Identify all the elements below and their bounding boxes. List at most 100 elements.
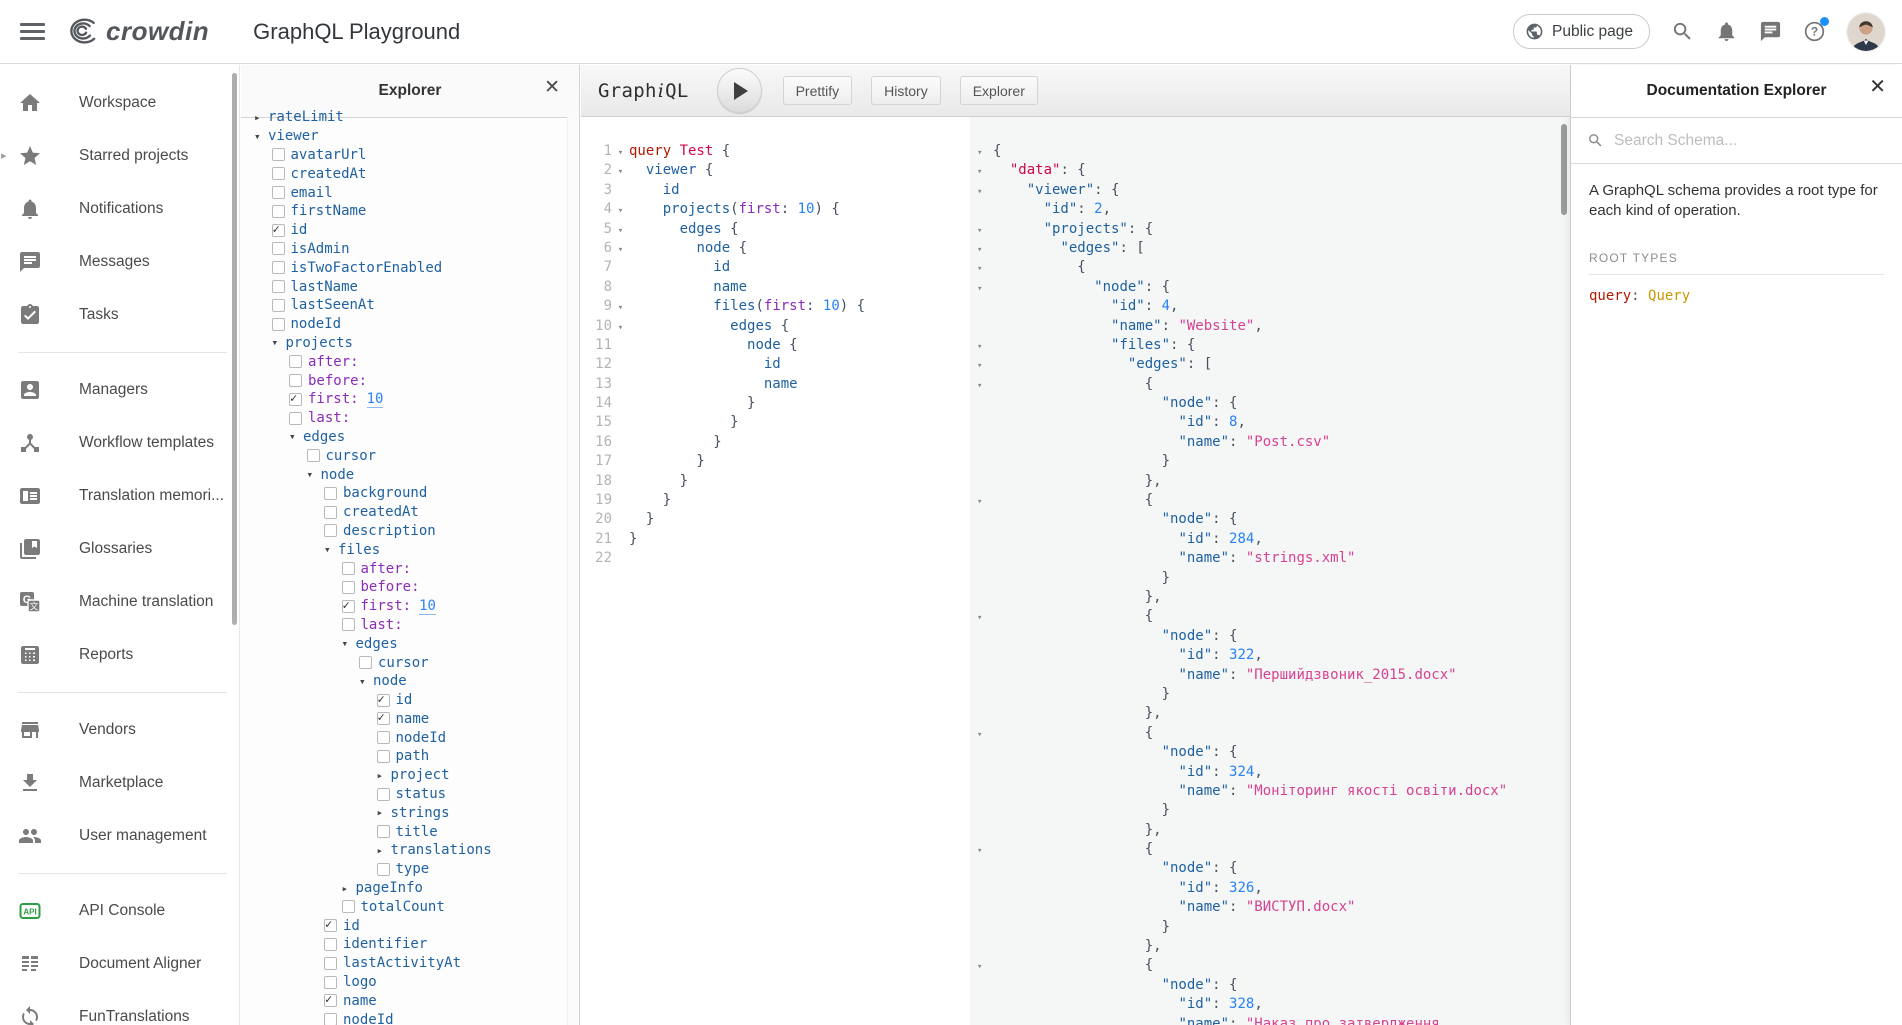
field-checkbox[interactable] <box>377 750 390 763</box>
tree-arg-before[interactable]: before: <box>361 579 420 595</box>
tree-field-cursor[interactable]: cursor <box>326 448 377 464</box>
expand-icon[interactable]: ▸ <box>342 882 356 895</box>
execute-query-button[interactable] <box>717 68 762 113</box>
tree-field-node[interactable]: node <box>321 467 355 483</box>
field-checkbox[interactable] <box>272 261 285 274</box>
field-checkbox[interactable] <box>342 600 355 613</box>
tree-arg-last[interactable]: last: <box>308 410 350 426</box>
fold-arrow-icon[interactable]: ▾ <box>970 336 993 355</box>
field-checkbox[interactable] <box>324 919 337 932</box>
tree-field-files[interactable]: files <box>338 542 380 558</box>
field-checkbox[interactable] <box>377 788 390 801</box>
messages-icon[interactable] <box>1759 20 1782 43</box>
field-checkbox[interactable] <box>342 562 355 575</box>
tree-field-type[interactable]: type <box>396 861 430 877</box>
tree-field-logo[interactable]: logo <box>343 974 377 990</box>
field-checkbox[interactable] <box>324 938 337 951</box>
field-checkbox[interactable] <box>324 487 337 500</box>
tree-field-id[interactable]: id <box>343 918 360 934</box>
tree-field-background[interactable]: background <box>343 485 427 501</box>
sidebar-scrollbar[interactable] <box>232 73 237 625</box>
sidebar-item-messages[interactable]: Messages <box>0 235 239 288</box>
fold-arrow-icon[interactable]: ▾ <box>612 142 629 161</box>
fold-arrow-icon[interactable]: ▾ <box>970 161 993 180</box>
tree-field-name[interactable]: name <box>343 993 377 1009</box>
tree-field-ratelimit[interactable]: rateLimit <box>268 109 344 125</box>
public-page-button[interactable]: Public page <box>1513 14 1650 49</box>
collapse-icon[interactable]: ▾ <box>289 430 303 443</box>
field-checkbox[interactable] <box>272 280 285 293</box>
sidebar-item-user-management[interactable]: User management <box>0 809 239 862</box>
sidebar-item-glossaries[interactable]: Glossaries <box>0 522 239 575</box>
sidebar-item-funtranslations[interactable]: FunTranslations <box>0 990 239 1025</box>
field-checkbox[interactable] <box>342 618 355 631</box>
fold-arrow-icon[interactable]: ▾ <box>970 840 993 859</box>
tree-field-description[interactable]: description <box>343 523 436 539</box>
collapse-icon[interactable]: ▾ <box>359 675 373 688</box>
arg-value[interactable]: 10 <box>367 391 384 408</box>
field-checkbox[interactable] <box>324 994 337 1007</box>
field-checkbox[interactable] <box>342 581 355 594</box>
schema-search-input[interactable] <box>1612 131 1886 151</box>
tree-field-createdat[interactable]: createdAt <box>291 166 367 182</box>
fold-arrow-icon[interactable]: ▾ <box>612 239 629 258</box>
sidebar-item-translation-memori[interactable]: Translation memori... <box>0 469 239 522</box>
field-checkbox[interactable] <box>272 224 285 237</box>
field-checkbox[interactable] <box>289 374 302 387</box>
sidebar-item-machine-translation[interactable]: G文Machine translation <box>0 575 239 628</box>
fold-arrow-icon[interactable]: ▾ <box>612 200 629 219</box>
fold-arrow-icon[interactable]: ▾ <box>970 142 993 161</box>
tree-field-path[interactable]: path <box>396 748 430 764</box>
sidebar-item-marketplace[interactable]: Marketplace <box>0 756 239 809</box>
tree-field-name[interactable]: name <box>396 711 430 727</box>
field-checkbox[interactable] <box>272 299 285 312</box>
tree-field-project[interactable]: project <box>391 767 450 783</box>
help-button[interactable]: ? <box>1803 20 1826 43</box>
explorer-button[interactable]: Explorer <box>960 76 1038 105</box>
prettify-button[interactable]: Prettify <box>783 76 853 105</box>
tree-arg-after[interactable]: after: <box>308 354 359 370</box>
field-checkbox[interactable] <box>324 506 337 519</box>
tree-field-node[interactable]: node <box>373 673 407 689</box>
field-checkbox[interactable] <box>324 957 337 970</box>
expand-icon[interactable]: ▸ <box>377 769 391 782</box>
fold-arrow-icon[interactable]: ▾ <box>970 355 993 374</box>
sidebar-item-workspace[interactable]: Workspace <box>0 76 239 129</box>
field-checkbox[interactable] <box>324 976 337 989</box>
field-checkbox[interactable] <box>359 656 372 669</box>
sidebar-item-notifications[interactable]: Notifications <box>0 182 239 235</box>
field-checkbox[interactable] <box>289 412 302 425</box>
fold-arrow-icon[interactable]: ▾ <box>970 607 993 626</box>
tree-field-isadmin[interactable]: isAdmin <box>291 241 350 257</box>
field-checkbox[interactable] <box>307 449 320 462</box>
collapse-icon[interactable]: ▾ <box>342 637 356 650</box>
tree-field-cursor[interactable]: cursor <box>378 655 429 671</box>
avatar[interactable] <box>1847 13 1885 51</box>
fold-arrow-icon[interactable]: ▾ <box>970 956 993 975</box>
tree-field-nodeid[interactable]: nodeId <box>396 730 447 746</box>
tree-field-viewer[interactable]: viewer <box>268 128 319 144</box>
tree-field-translations[interactable]: translations <box>391 842 492 858</box>
tree-field-projects[interactable]: projects <box>286 335 353 351</box>
tree-field-firstname[interactable]: firstName <box>291 203 367 219</box>
tree-field-edges[interactable]: edges <box>303 429 345 445</box>
field-checkbox[interactable] <box>272 242 285 255</box>
collapse-icon[interactable]: ▾ <box>254 130 268 143</box>
tree-arg-first[interactable]: first: <box>308 391 359 407</box>
field-checkbox[interactable] <box>289 393 302 406</box>
fold-arrow-icon[interactable]: ▾ <box>970 278 993 297</box>
field-checkbox[interactable] <box>377 825 390 838</box>
tree-field-avatarurl[interactable]: avatarUrl <box>291 147 367 163</box>
field-checkbox[interactable] <box>272 318 285 331</box>
tree-field-lastactivityat[interactable]: lastActivityAt <box>343 955 461 971</box>
collapse-icon[interactable]: ▾ <box>324 543 338 556</box>
fold-arrow-icon[interactable]: ▾ <box>970 724 993 743</box>
fold-arrow-icon[interactable]: ▾ <box>970 220 993 239</box>
tree-arg-after[interactable]: after: <box>361 561 412 577</box>
field-checkbox[interactable] <box>272 186 285 199</box>
root-query-type-link[interactable]: Query <box>1648 288 1690 304</box>
expand-icon[interactable]: ▸ <box>254 111 268 124</box>
tree-field-identifier[interactable]: identifier <box>343 936 427 952</box>
sidebar-item-managers[interactable]: Managers <box>0 363 239 416</box>
results-scrollbar[interactable] <box>1561 124 1567 215</box>
